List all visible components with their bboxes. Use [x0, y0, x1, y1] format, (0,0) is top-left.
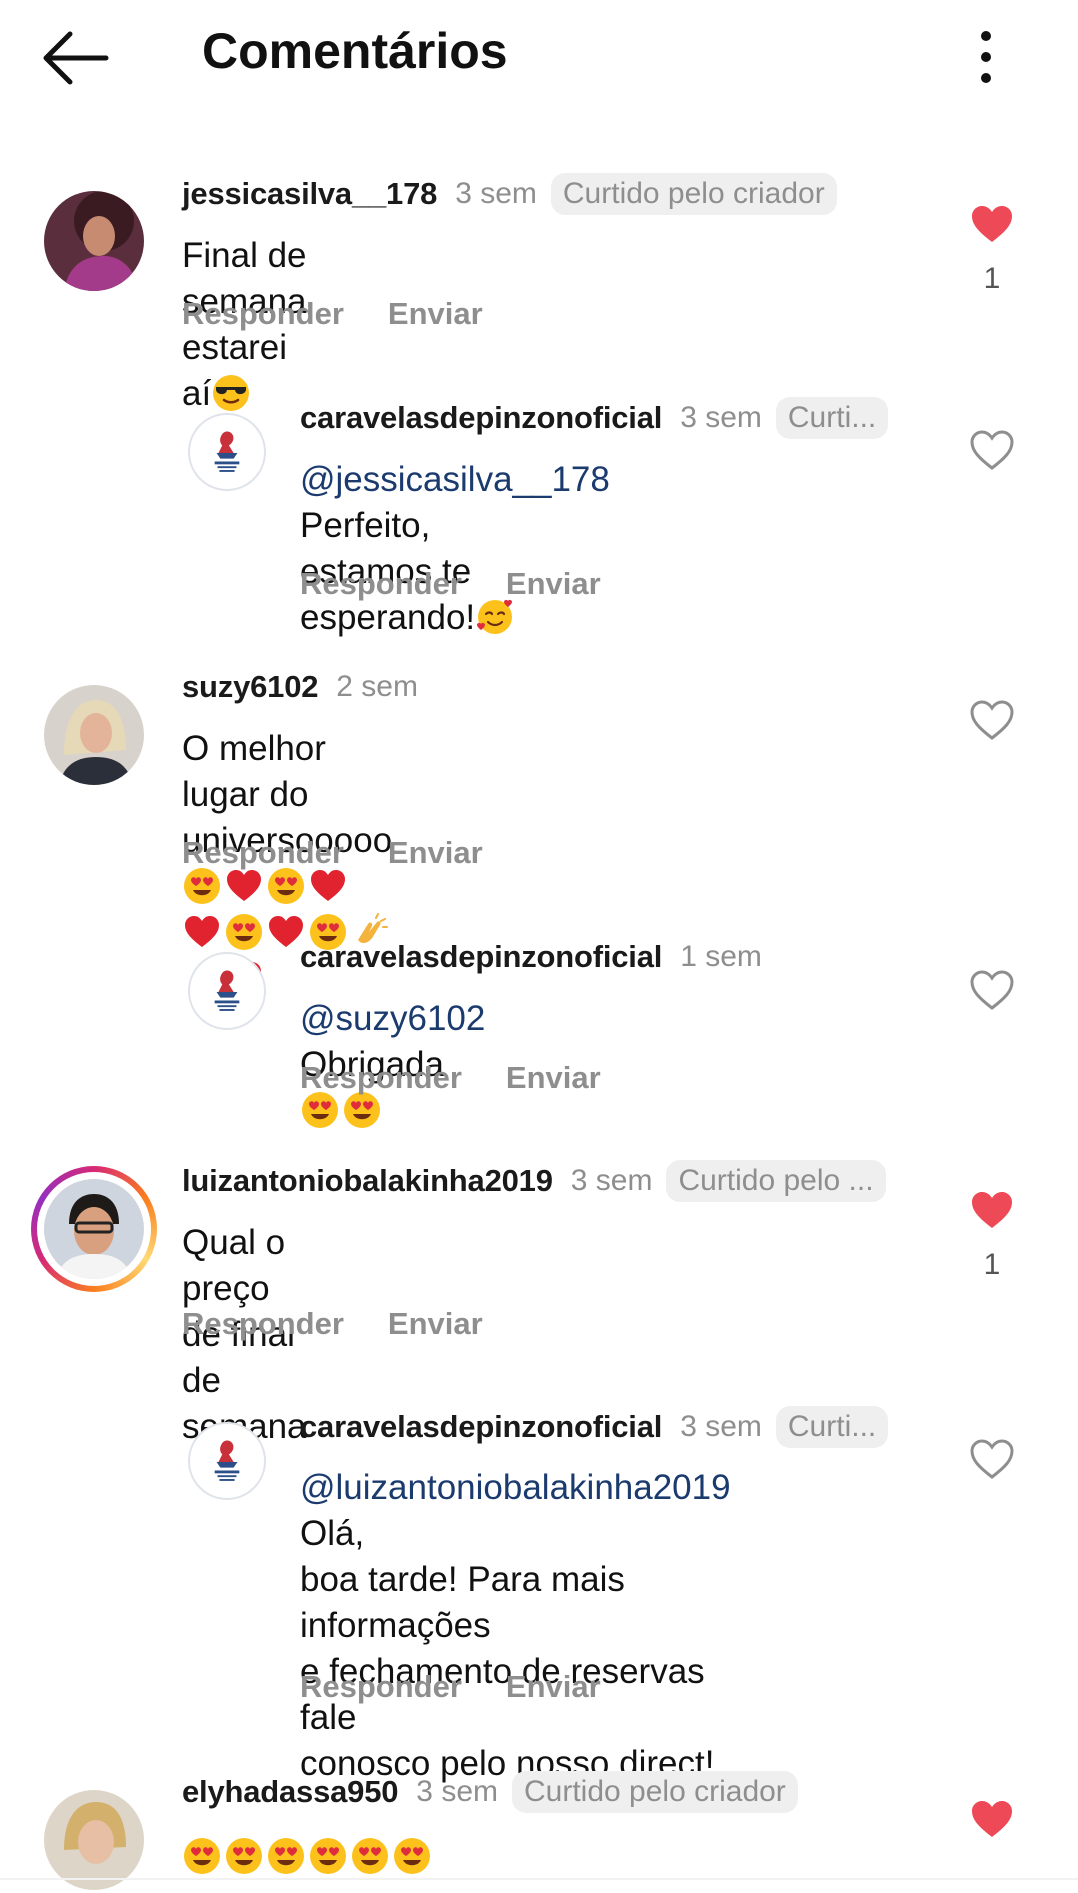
avatar[interactable]: [44, 1790, 144, 1890]
heart-filled-icon[interactable]: [968, 1797, 1016, 1841]
bottom-divider: [0, 1878, 1078, 1880]
heart-eyes-emoji-icon: [182, 1836, 222, 1876]
liked-by-creator-badge: Curtido pelo criador: [512, 1771, 798, 1813]
heart-eyes-emoji-icon: [392, 1836, 432, 1876]
comment-time: 3 sem: [416, 1775, 498, 1808]
heart-eyes-emoji-icon: [350, 1836, 390, 1876]
comment-text: [182, 1834, 434, 1880]
comment-item: elyhadassa950 3 sem Curtido pelo criador: [0, 0, 1078, 1893]
heart-eyes-emoji-icon: [266, 1836, 306, 1876]
heart-eyes-emoji-icon: [224, 1836, 264, 1876]
heart-eyes-emoji-icon: [308, 1836, 348, 1876]
comment-username[interactable]: elyhadassa950: [182, 1774, 398, 1810]
